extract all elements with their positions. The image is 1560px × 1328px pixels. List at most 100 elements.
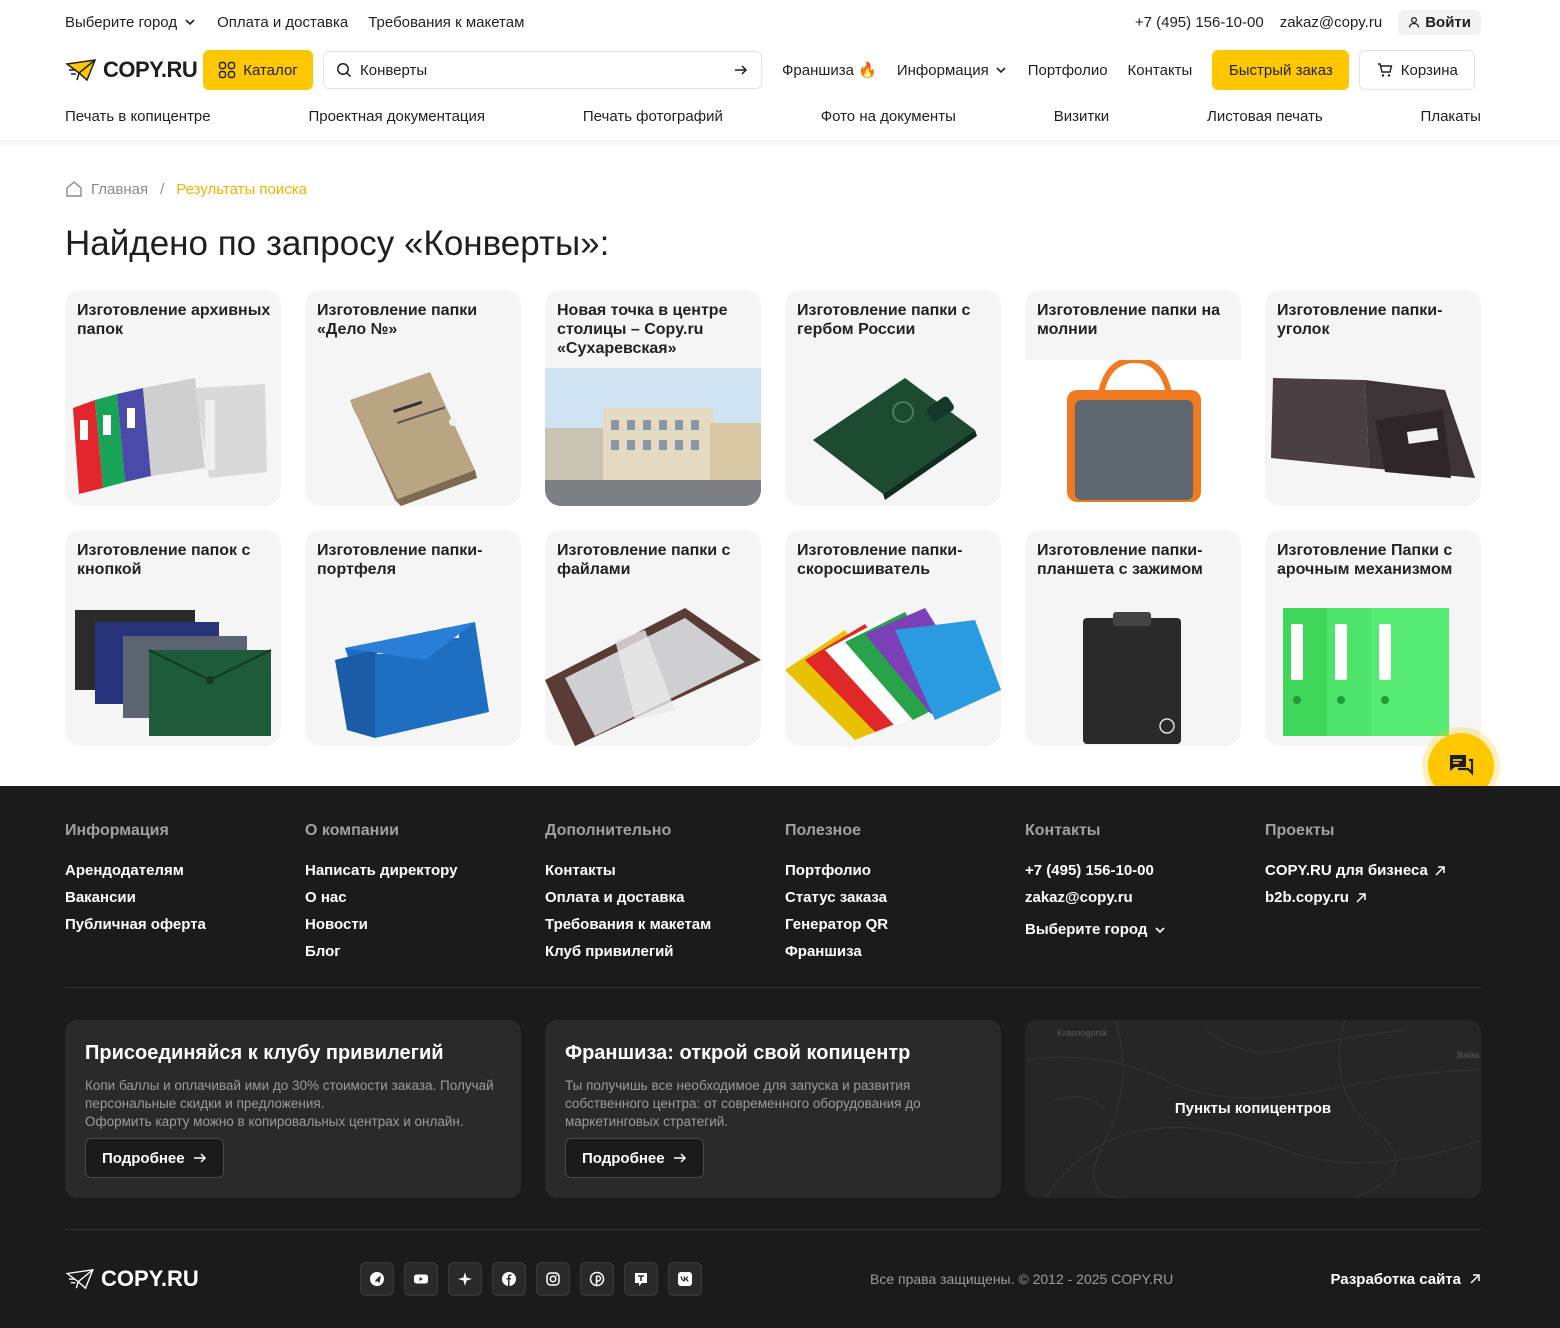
footer-link[interactable]: Публичная оферта [65,911,305,938]
breadcrumb: Главная / Результаты поиска [65,180,307,198]
footer-column-info: Информация Арендодателям Вакансии Публич… [65,822,305,965]
copy-centers-map[interactable]: Krasnogorsk Balas Пункты копицентров [1025,1020,1481,1198]
site-dev-link[interactable]: Разработка сайта [1331,1271,1482,1288]
result-card[interactable]: Изготовление архивных папок [65,290,281,506]
portfolio-link[interactable]: Портфолио [1028,62,1108,79]
result-card[interactable]: Изготовление папки с гербом России [785,290,1001,506]
catalog-label: Каталог [243,61,298,79]
email-link[interactable]: zakaz@copy.ru [1280,14,1383,31]
pinterest-icon[interactable] [580,1262,614,1296]
external-arrow-icon [1356,892,1366,903]
result-card[interactable]: Изготовление папки-портфеля [305,530,521,746]
footer-link[interactable]: Новости [305,911,545,938]
footer-link[interactable]: Портфолио [785,857,1025,884]
arrow-right-icon [193,1153,206,1163]
footer-link[interactable]: Блог [305,938,545,965]
result-card[interactable]: Изготовление папки с файлами [545,530,761,746]
button-folders-image [75,610,272,736]
paper-plane-logo-icon [65,1268,94,1290]
instagram-icon[interactable] [536,1262,570,1296]
quick-order-button[interactable]: Быстрый заказ [1212,50,1350,90]
catnav-item[interactable]: Печать в копицентре [65,108,211,132]
footer-link[interactable]: Генератор QR [785,911,1025,938]
catnav-item[interactable]: Проектная документация [308,108,485,132]
footer-external-link[interactable]: COPY.RU для бизнеса [1265,857,1505,884]
footer-logo[interactable]: COPY.RU [65,1266,360,1292]
youtube-icon[interactable] [404,1262,438,1296]
coat-of-arms-folder-image [813,378,977,500]
catnav-item[interactable]: Листовая печать [1207,108,1323,132]
contacts-link[interactable]: Контакты [1128,62,1193,79]
footer-phone-link[interactable]: +7 (495) 156-10-00 [1025,857,1265,884]
result-card[interactable]: Изготовление папки-уголок [1265,290,1481,506]
city-selector[interactable]: Выберите город [65,14,197,31]
catnav-item[interactable]: Печать фотографий [583,108,723,132]
footer-city-label: Выберите город [1025,921,1148,938]
arrow-right-icon[interactable] [733,62,749,78]
result-card[interactable]: Изготовление Папки с арочным механизмом [1265,530,1481,746]
franchise-link[interactable]: Франшиза 🔥 [782,61,877,79]
sparkle-icon[interactable] [448,1262,482,1296]
footer-external-link[interactable]: b2b.copy.ru [1265,884,1505,911]
footer-divider [65,1229,1481,1230]
result-card-title: Новая точка в центре столицы – Copy.ru «… [557,302,728,357]
search-input[interactable] [360,61,725,79]
page-title: Найдено по запросу «Конверты»: [65,224,610,263]
grid-icon [219,61,236,79]
file-folder-image [545,608,761,746]
footer-link[interactable]: Контакты [545,857,785,884]
footer-link[interactable]: Вакансии [65,884,305,911]
footer-column-extra: Дополнительно Контакты Оплата и доставка… [545,822,785,965]
footer-column-title: Контакты [1025,822,1101,839]
result-card[interactable]: Новая точка в центре столицы – Copy.ru «… [545,290,761,506]
home-icon[interactable] [65,180,83,198]
result-card[interactable]: Изготовление папок с кнопкой [65,530,281,746]
phone-link[interactable]: +7 (495) 156-10-00 [1135,14,1264,31]
footer-column-title: Полезное [785,822,862,839]
info-dropdown[interactable]: Информация [897,62,1008,79]
footer-link[interactable]: Статус заказа [785,884,1025,911]
result-card[interactable]: Изготовление папки на молнии [1025,290,1241,506]
catnav-item[interactable]: Фото на документы [821,108,956,132]
search-box [323,51,762,89]
clipboard-folder-image [1083,612,1181,744]
result-card[interactable]: Изготовление папки «Дело №» [305,290,521,506]
catnav-item[interactable]: Плакаты [1421,108,1481,132]
breadcrumb-home[interactable]: Главная [91,181,148,198]
tenchat-icon[interactable] [624,1262,658,1296]
result-card[interactable]: Изготовление папки-скоросшиватель [785,530,1001,746]
footer-column-projects: Проекты COPY.RU для бизнеса b2b.copy.ru [1265,822,1505,965]
facebook-icon[interactable] [492,1262,526,1296]
footer-email-link[interactable]: zakaz@copy.ru [1025,884,1265,911]
footer-link[interactable]: Арендодателям [65,857,305,884]
payment-link[interactable]: Оплата и доставка [217,14,348,31]
cart-button[interactable]: Корзина [1359,50,1476,90]
footer-link[interactable]: Клуб привилегий [545,938,785,965]
site-logo[interactable]: COPY.RU [65,57,203,83]
breadcrumb-separator: / [160,180,165,198]
vk-icon[interactable] [668,1262,702,1296]
result-card-title: Изготовление папки на молнии [1037,302,1221,338]
chevron-down-icon [996,67,1006,74]
catalog-button[interactable]: Каталог [203,50,313,90]
login-label: Войти [1425,13,1471,31]
footer-link[interactable]: Требования к макетам [545,911,785,938]
footer-link[interactable]: Франшиза [785,938,1025,965]
footer-column-title: Информация [65,822,169,839]
chevron-down-icon [1155,926,1165,933]
login-button[interactable]: Войти [1398,9,1481,35]
requirements-link[interactable]: Требования к макетам [368,14,524,31]
footer-link[interactable]: Оплата и доставка [545,884,785,911]
telegram-icon[interactable] [360,1262,394,1296]
result-card-title: Изготовление архивных папок [77,302,271,338]
footer-link[interactable]: Написать директору [305,857,545,884]
footer: Информация Арендодателям Вакансии Публич… [0,786,1560,1328]
catnav-item[interactable]: Визитки [1054,108,1109,132]
result-card[interactable]: Изготовление папки-планшета с зажимом [1025,530,1241,746]
footer-city-selector[interactable]: Выберите город [1025,916,1265,943]
footer-link[interactable]: О нас [305,884,545,911]
external-arrow-icon [1470,1274,1480,1284]
franchise-more-button[interactable]: Подробнее [565,1138,704,1178]
club-more-button[interactable]: Подробнее [85,1138,224,1178]
footer-logo-text: COPY.RU [101,1266,199,1291]
